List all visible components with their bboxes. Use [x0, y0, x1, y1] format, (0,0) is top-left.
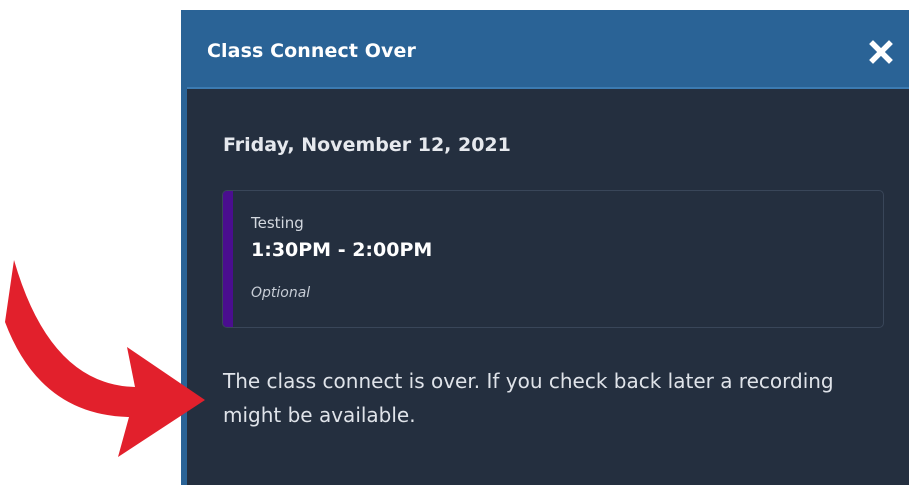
event-time: 1:30PM - 2:00PM [251, 239, 433, 261]
status-message: The class connect is over. If you check … [223, 369, 834, 427]
close-button[interactable] [867, 38, 895, 66]
curved-arrow-icon [5, 260, 205, 457]
close-x-icon [869, 40, 893, 64]
event-accent-bar [223, 191, 233, 327]
event-card[interactable]: Testing 1:30PM - 2:00PM Optional [222, 190, 884, 328]
dialog-header: Class Connect Over [187, 10, 909, 89]
screenshot: Class Connect Over Friday, November 12, … [0, 0, 909, 485]
event-optional-tag: Optional [251, 285, 311, 301]
date-heading: Friday, November 12, 2021 [223, 134, 511, 156]
class-connect-dialog: Class Connect Over Friday, November 12, … [181, 10, 909, 485]
event-name: Testing [251, 214, 304, 232]
dialog-title: Class Connect Over [207, 40, 417, 62]
